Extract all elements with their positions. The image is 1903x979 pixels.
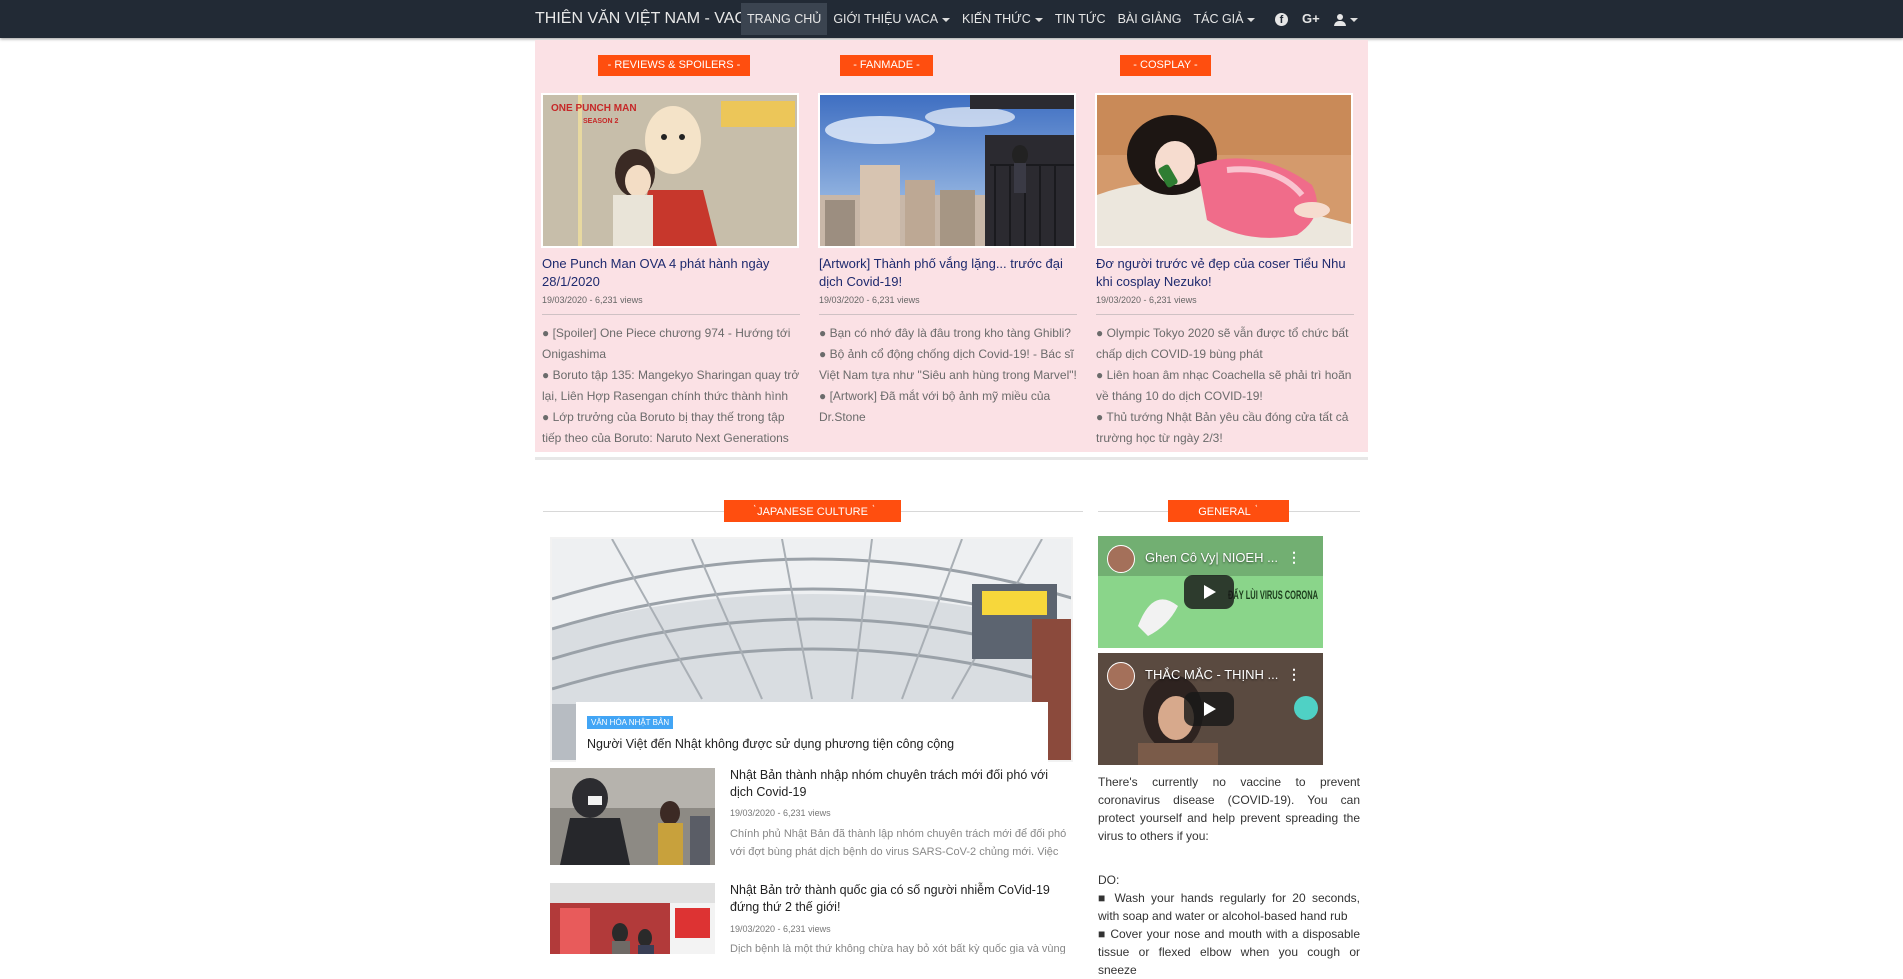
nav-item-knowledge[interactable]: KIẾN THỨC xyxy=(956,3,1049,35)
nav-item-home[interactable]: TRANG CHỦ xyxy=(741,3,828,35)
related-links: ● Bạn có nhớ đây là đâu trong kho tàng G… xyxy=(819,323,1077,428)
caret-down-icon xyxy=(942,17,951,22)
cosplay-photo-image xyxy=(1097,95,1351,246)
article-thumbnail[interactable] xyxy=(550,883,715,954)
top-navbar: THIÊN VĂN VIỆT NAM - VACA TRANG CHỦ GIỚI… xyxy=(0,0,1903,38)
related-link[interactable]: ● [Spoiler] One Piece chương 974 - Hướng… xyxy=(542,323,800,365)
featured-article-title[interactable]: Người Việt đến Nhật không được sử dụng p… xyxy=(587,737,954,751)
section-title-japanese-culture[interactable]: ࣷJAPANESE CULTUREࣷ xyxy=(724,500,901,522)
user-icon[interactable] xyxy=(1327,3,1365,35)
facebook-icon[interactable]: f xyxy=(1268,3,1295,35)
related-link[interactable]: ● Olympic Tokyo 2020 sẽ vẫn được tổ chức… xyxy=(1096,323,1354,365)
svg-text:ĐẨY LÙI VIRUS CORONA: ĐẨY LÙI VIRUS CORONA xyxy=(1228,587,1318,602)
post-thumbnail[interactable] xyxy=(818,93,1076,248)
play-icon[interactable] xyxy=(1184,692,1234,726)
video-title[interactable]: THẮC MẮC - THỊNH ... xyxy=(1145,667,1278,682)
article-meta: 19/03/2020 - 6,231 views xyxy=(730,808,831,818)
do-item: ■ Wash your hands regularly for 20 secon… xyxy=(1098,891,1360,923)
related-link[interactable]: ● Thủ tướng Nhật Bản yêu cầu đóng cửa tấ… xyxy=(1096,407,1354,449)
related-link[interactable]: ● Boruto tập 135: Mangekyo Sharingan qua… xyxy=(542,365,800,407)
caret-down-icon xyxy=(1349,17,1358,22)
youtube-video-embed[interactable]: THẮC MẮC - THỊNH ... ⋮ xyxy=(1098,653,1323,765)
post-meta: 19/03/2020 - 6,231 views xyxy=(542,295,643,305)
caret-down-icon xyxy=(1247,17,1256,22)
article-title[interactable]: Nhật Bản trở thành quốc gia có số người … xyxy=(730,882,1070,916)
video-title[interactable]: Ghen Cô Vy| NIOEH ... xyxy=(1145,550,1278,565)
nav-item-label: TIN TỨC xyxy=(1054,12,1106,26)
city-artwork-image xyxy=(820,95,1074,246)
nav-item-label: BÀI GIẢNG xyxy=(1117,12,1182,26)
category-badge[interactable]: - REVIEWS & SPOILERS - xyxy=(598,55,750,76)
caret-down-icon xyxy=(1034,17,1043,22)
post-meta: 19/03/2020 - 6,231 views xyxy=(819,295,920,305)
related-link[interactable]: ● Bạn có nhớ đây là đâu trong kho tàng G… xyxy=(819,323,1077,344)
nav-item-lectures[interactable]: BÀI GIẢNG xyxy=(1112,3,1188,35)
category-badge[interactable]: - FANMADE - xyxy=(840,55,933,76)
article-meta: 19/03/2020 - 6,231 views xyxy=(730,924,831,934)
article-title[interactable]: Nhật Bản thành nhập nhóm chuyên trách mớ… xyxy=(730,767,1070,801)
related-links: ● Olympic Tokyo 2020 sẽ vẫn được tổ chức… xyxy=(1096,323,1354,449)
post-title[interactable]: One Punch Man OVA 4 phát hành ngày 28/1/… xyxy=(542,255,800,291)
post-thumbnail[interactable]: ONE PUNCH MAN SEASON 2 xyxy=(541,93,799,248)
youtube-video-embed[interactable]: ĐẨY LÙI VIRUS CORONA Ghen Cô Vy| NIOEH .… xyxy=(1098,536,1323,648)
site-brand[interactable]: THIÊN VĂN VIỆT NAM - VACA xyxy=(535,0,757,38)
related-link[interactable]: ● Lớp trưởng của Boruto bị thay thế tron… xyxy=(542,407,800,449)
nav-item-label: TRANG CHỦ xyxy=(747,12,822,26)
post-meta: 19/03/2020 - 6,231 views xyxy=(1096,295,1197,305)
related-links: ● [Spoiler] One Piece chương 974 - Hướng… xyxy=(542,323,800,449)
post-title[interactable]: [Artwork] Thành phố vắng lặng... trước đ… xyxy=(819,255,1077,291)
more-vertical-icon[interactable]: ⋮ xyxy=(1287,549,1301,566)
main-nav: TRANG CHỦ GIỚI THIỆU VACA KIẾN THỨC TIN … xyxy=(741,3,1261,35)
nav-item-about[interactable]: GIỚI THIỆU VACA xyxy=(827,3,956,35)
play-icon[interactable] xyxy=(1184,575,1234,609)
divider xyxy=(1096,314,1354,315)
anime-thumbnail-image: ONE PUNCH MAN SEASON 2 xyxy=(543,95,797,246)
article-photo-image xyxy=(550,883,715,954)
article-excerpt: Dịch bệnh là một thứ không chừa hay bỏ x… xyxy=(730,943,1066,954)
do-label: DO: xyxy=(1098,873,1120,887)
related-link[interactable]: ● Liên hoan âm nhạc Coachella sẽ phải tr… xyxy=(1096,365,1354,407)
google-plus-icon[interactable]: G+ xyxy=(1295,3,1327,35)
section-title-label: GENERAL xyxy=(1198,506,1251,518)
section-divider xyxy=(535,457,1368,460)
divider xyxy=(542,314,800,315)
featured-categories: - REVIEWS & SPOILERS - ONE PUNCH MAN SEA… xyxy=(535,40,1368,452)
article-thumbnail[interactable] xyxy=(550,768,715,865)
nav-item-authors[interactable]: TÁC GIẢ xyxy=(1187,3,1261,35)
divider xyxy=(819,314,1077,315)
post-thumbnail[interactable] xyxy=(1095,93,1353,248)
svg-text:ONE PUNCH MAN: ONE PUNCH MAN xyxy=(551,103,637,114)
category-badge[interactable]: - COSPLAY - xyxy=(1120,55,1211,76)
more-vertical-icon[interactable]: ⋮ xyxy=(1287,666,1301,683)
nav-item-label: KIẾN THỨC xyxy=(962,12,1031,26)
related-link[interactable]: ● [Artwork] Đã mắt với bộ ảnh mỹ miều củ… xyxy=(819,386,1077,428)
covid-intro-text: There's currently no vaccine to prevent … xyxy=(1098,775,1360,843)
nav-item-news[interactable]: TIN TỨC xyxy=(1049,3,1112,35)
article-excerpt: Chính phủ Nhật Bản đã thành lập nhóm chu… xyxy=(730,828,1067,858)
related-link[interactable]: ● Bộ ảnh cổ động chống dịch Covid-19! - … xyxy=(819,344,1077,386)
article-photo-image xyxy=(550,768,715,865)
featured-article-caption xyxy=(576,702,1048,762)
channel-avatar[interactable] xyxy=(1107,545,1135,573)
section-title-general[interactable]: GENERALࣷ xyxy=(1168,500,1289,522)
section-title-label: JAPANESE CULTURE xyxy=(757,506,868,518)
nav-item-label: TÁC GIẢ xyxy=(1193,12,1244,26)
nav-item-label: GIỚI THIỆU VACA xyxy=(833,12,939,26)
svg-text:SEASON 2: SEASON 2 xyxy=(583,118,619,125)
post-title[interactable]: Đơ người trước vẻ đẹp của coser Tiểu Nhu… xyxy=(1096,255,1354,291)
channel-avatar[interactable] xyxy=(1107,662,1135,690)
nav-social: f G+ xyxy=(1268,3,1365,35)
category-tag[interactable]: VĂN HÓA NHẬT BẢN xyxy=(587,716,674,729)
do-item: ■ Cover your nose and mouth with a dispo… xyxy=(1098,927,1360,977)
